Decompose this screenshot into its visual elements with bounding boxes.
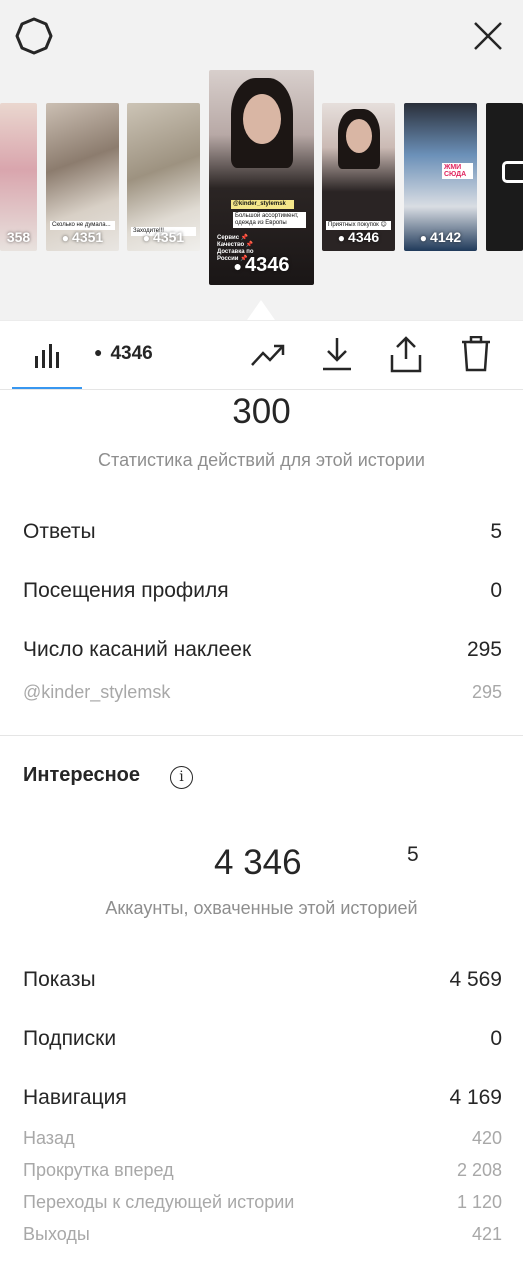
stat-row-sticker-taps: Число касаний наклеек 295 (23, 638, 502, 662)
stat-value: 4 169 (449, 1086, 502, 1109)
stat-label: Выходы (23, 1224, 90, 1244)
selection-pointer (247, 300, 275, 320)
trash-icon[interactable] (460, 336, 492, 372)
story-thumbnail[interactable]: ЖМИ СЮДА ● 4142 (404, 103, 477, 251)
stat-row-navigation: Навигация 4 169 (23, 1086, 502, 1110)
reach-superscript: 5 (407, 843, 419, 866)
stat-label: Посещения профиля (23, 579, 229, 602)
story-thumbnail[interactable]: 358 (0, 103, 37, 251)
camera-icon (502, 161, 523, 183)
trending-icon[interactable] (250, 342, 286, 368)
close-icon[interactable] (470, 18, 506, 54)
story-views: ● 4346 (233, 254, 290, 276)
actions-total: 300 (232, 392, 291, 431)
stat-label: Число касаний наклеек (23, 638, 252, 661)
reach-total: 4 346 (214, 843, 302, 882)
bar-chart-icon[interactable] (34, 342, 60, 368)
share-icon[interactable] (390, 335, 422, 373)
stat-value: 295 (466, 638, 502, 661)
story-thumbnail-selected[interactable]: @kinder_stylemsk Большой ассортимент, од… (209, 70, 314, 285)
stat-value: 420 (471, 1128, 502, 1148)
stat-value: 421 (471, 1224, 502, 1244)
story-views: ● 4346 (337, 229, 380, 245)
story-views: ● 4142 (419, 229, 462, 245)
stories-strip: 358 Сколько не думала... ● 4351 Заходите!… (0, 0, 523, 320)
section-divider (0, 735, 523, 736)
eye-icon: ● (337, 231, 346, 245)
eye-icon: ● (94, 344, 103, 360)
eye-icon: ● (419, 231, 428, 245)
story-thumbnail[interactable]: Заходите!!! ● 4351 (127, 103, 200, 251)
stat-label: @kinder_stylemsk (23, 682, 171, 702)
download-icon[interactable] (322, 336, 352, 372)
stat-value: 4 569 (449, 968, 502, 991)
stat-value: 0 (490, 579, 502, 602)
stat-row-profile-visits: Посещения профиля 0 (23, 579, 502, 603)
stat-row-next-story: Переходы к следующей истории 1 120 (23, 1192, 502, 1213)
stat-label: Подписки (23, 1027, 117, 1050)
stat-label: Навигация (23, 1086, 127, 1109)
story-views: ● 4351 (61, 229, 104, 245)
stat-row-exits: Выходы 421 (23, 1224, 502, 1245)
reach-subtitle: Аккаунты, охваченные этой историей (105, 898, 418, 918)
story-caption: Большой ассортимент, одежда из Европы (233, 212, 306, 228)
story-thumbnail[interactable]: Сколько не думала... ● 4351 (46, 103, 119, 251)
stat-value: 295 (471, 682, 502, 702)
eye-icon: ● (61, 231, 70, 245)
info-icon[interactable]: i (170, 766, 193, 789)
story-sticker: ЖМИ СЮДА (442, 163, 473, 179)
stat-value: 2 208 (456, 1160, 502, 1180)
eye-icon: ● (233, 258, 242, 274)
eye-icon: ● (142, 231, 151, 245)
stat-row-back: Назад 420 (23, 1128, 502, 1149)
section-title: Интересное (23, 764, 140, 786)
story-views: ● 4351 (142, 229, 185, 245)
tab-indicator (12, 387, 82, 389)
stat-label: Назад (23, 1128, 75, 1148)
story-thumbnail[interactable]: Приятных покупок 😊 ● 4346 (322, 103, 395, 251)
actions-subtitle: Статистика действий для этой истории (98, 450, 425, 470)
stat-row-replies: Ответы 5 (23, 520, 502, 544)
stat-label: Ответы (23, 520, 96, 543)
story-photo-face (346, 119, 372, 153)
stat-label: Показы (23, 968, 96, 991)
views-count: ● 4346 (94, 343, 153, 364)
stat-row-mention[interactable]: @kinder_stylemsk 295 (23, 682, 502, 703)
add-story-thumbnail[interactable] (486, 103, 523, 251)
story-tag: @kinder_stylemsk (231, 200, 294, 209)
stat-value: 0 (490, 1027, 502, 1050)
stat-row-impressions: Показы 4 569 (23, 968, 502, 992)
stat-row-forward: Прокрутка вперед 2 208 (23, 1160, 502, 1181)
stat-value: 5 (490, 520, 502, 543)
stat-label: Переходы к следующей истории (23, 1192, 295, 1212)
gear-icon[interactable] (15, 17, 53, 55)
stat-value: 1 120 (456, 1192, 502, 1212)
story-views: 358 (6, 229, 31, 245)
stat-row-follows: Подписки 0 (23, 1027, 502, 1051)
stat-label: Прокрутка вперед (23, 1160, 174, 1180)
story-photo-face (243, 94, 281, 144)
